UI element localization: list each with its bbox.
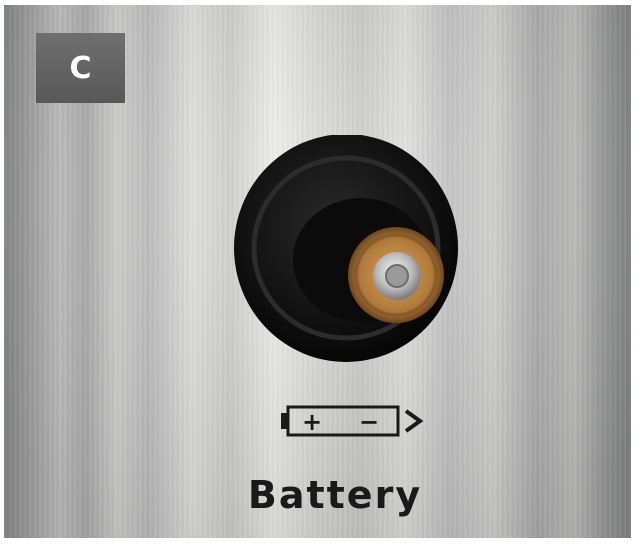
direction-arrow-icon [404,409,424,433]
panel-label-text: C [69,50,92,86]
panel-label: C [36,33,125,103]
battery-polarity-icon: + − [281,405,424,437]
battery-caption: Battery [247,473,423,517]
photo-frame: C + − Battery [4,5,631,538]
battery-terminal-nub [385,264,409,288]
minus-sign: − [359,408,379,436]
plus-sign: + [302,408,322,436]
battery-icon-nub [281,413,288,429]
battery-port [234,135,458,362]
